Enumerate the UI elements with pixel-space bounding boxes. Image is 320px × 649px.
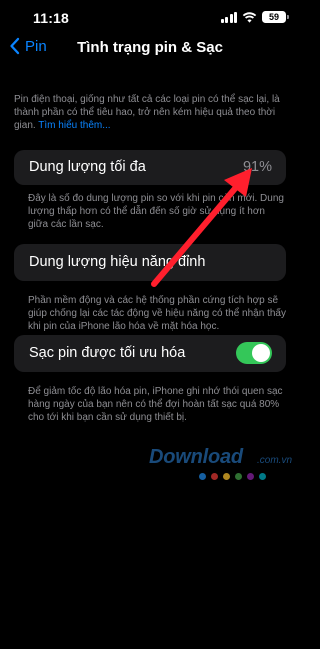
max-capacity-cell: Dung lượng tối đa 91% [14, 150, 286, 185]
watermark-dot [235, 473, 242, 480]
learn-more-link[interactable]: Tìm hiểu thêm... [38, 120, 110, 131]
signal-icon [220, 11, 237, 23]
page-title: Tình trạng pin & Sạc [77, 39, 223, 56]
watermark-dot [223, 473, 230, 480]
optimized-charging-label: Sạc pin được tối ưu hóa [29, 345, 186, 361]
max-capacity-value: 91% [242, 159, 272, 175]
watermark-domain: .com.vn [257, 455, 293, 466]
optimized-charging-toggle[interactable] [236, 342, 272, 364]
peak-performance-footnote: Phần mềm động và các hệ thống phần cứng … [28, 295, 286, 333]
max-capacity-footnote: Đây là số đo dung lượng pin so với khi p… [28, 193, 284, 231]
watermark-dot [247, 473, 254, 480]
battery-icon: 59 [262, 11, 289, 23]
watermark-dot [259, 473, 266, 480]
peak-performance-cell[interactable]: Dung lượng hiệu năng đỉnh [14, 244, 286, 281]
optimized-charging-cell: Sạc pin được tối ưu hóa [14, 335, 286, 372]
watermark-dot [199, 473, 206, 480]
status-bar: 11:18 59 [0, 0, 300, 34]
watermark-dots [199, 473, 266, 480]
watermark-dot [211, 473, 218, 480]
max-capacity-label: Dung lượng tối đa [29, 159, 146, 175]
optimized-charging-footnote: Để giảm tốc độ lão hóa pin, iPhone ghi n… [28, 386, 283, 424]
status-icons: 59 [220, 11, 289, 23]
intro-text: Pin điện thoại, giống như tất cả các loạ… [14, 93, 286, 132]
navigation-bar: Pin Tình trạng pin & Sạc [0, 34, 300, 64]
status-time: 11:18 [33, 10, 70, 26]
toggle-knob [252, 344, 270, 362]
peak-performance-label: Dung lượng hiệu năng đỉnh [29, 254, 206, 270]
wifi-icon [242, 11, 257, 23]
watermark-brand: Download [149, 446, 243, 468]
watermark-logo: Download .com.vn [149, 446, 294, 484]
